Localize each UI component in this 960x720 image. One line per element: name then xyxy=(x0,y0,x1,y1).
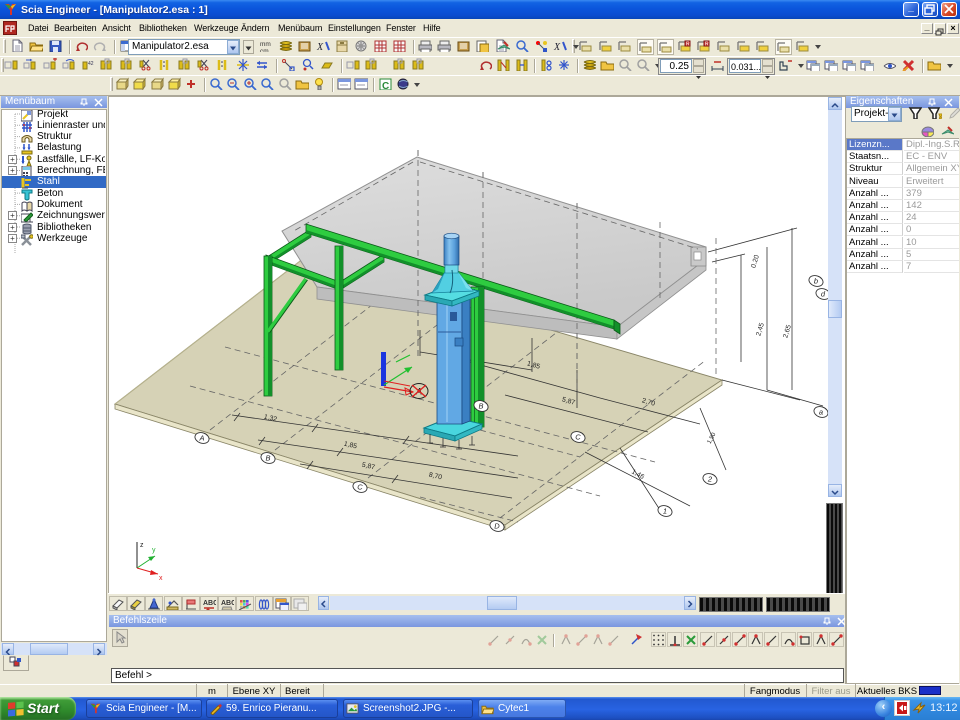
svg-text:D: D xyxy=(494,522,500,531)
svg-text:B: B xyxy=(478,402,483,411)
svg-text:2,45: 2,45 xyxy=(755,322,766,337)
svg-text:2: 2 xyxy=(707,475,713,484)
svg-text:1: 1 xyxy=(663,507,667,516)
svg-text:42: 42 xyxy=(88,61,94,67)
svg-text:b: b xyxy=(814,277,818,286)
svg-text:x: x xyxy=(159,575,163,582)
svg-text:a: a xyxy=(819,408,823,417)
svg-text:mm: mm xyxy=(260,41,271,48)
svg-text:C: C xyxy=(382,81,389,90)
svg-text:X: X xyxy=(316,42,324,52)
svg-text:2,65: 2,65 xyxy=(782,324,793,339)
svg-text:A: A xyxy=(198,434,204,443)
svg-text:cm: cm xyxy=(260,48,269,52)
svg-text:y: y xyxy=(152,547,156,554)
svg-text:z: z xyxy=(140,542,144,549)
svg-text:X: X xyxy=(553,42,561,52)
svg-text:ABC: ABC xyxy=(203,600,216,607)
svg-text:C: C xyxy=(357,483,363,492)
svg-text:R: R xyxy=(686,42,690,48)
svg-text:C: C xyxy=(575,433,581,442)
svg-text:0.20: 0.20 xyxy=(750,254,761,269)
svg-text:B: B xyxy=(265,454,270,463)
svg-text:ABC: ABC xyxy=(221,600,234,607)
svg-text:R: R xyxy=(705,42,709,48)
